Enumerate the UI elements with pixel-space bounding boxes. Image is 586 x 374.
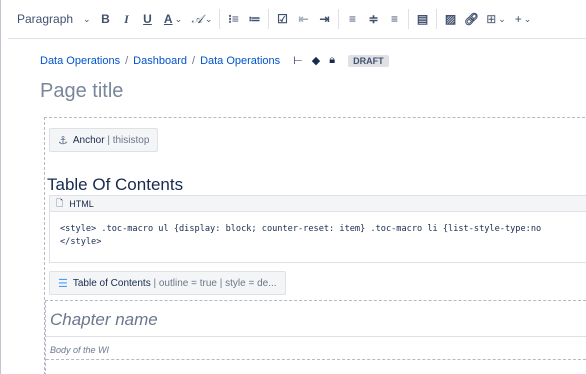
outdent-button[interactable]: ⇤ xyxy=(293,7,314,31)
bullet-list-button[interactable]: ⁝≡ xyxy=(223,7,244,31)
anchor-icon: ⚓︎ xyxy=(58,134,68,147)
toolbar-divider xyxy=(219,9,220,29)
paragraph-style-dropdown[interactable]: Paragraph ⌄ xyxy=(8,7,95,31)
toolbar-divider xyxy=(338,9,339,29)
anchor-macro-param: thisistop xyxy=(112,134,150,146)
breadcrumb-separator: / xyxy=(192,54,196,67)
numbered-list-button[interactable]: ≔ xyxy=(244,7,265,31)
paragraph-style-label: Paragraph xyxy=(17,12,74,26)
divider xyxy=(46,359,586,360)
italic-button[interactable]: I xyxy=(116,7,137,31)
underline-button[interactable]: U xyxy=(137,7,158,31)
align-left-button[interactable]: ≡ xyxy=(342,7,363,31)
chapter-body[interactable]: Body of the WI xyxy=(50,345,109,355)
breadcrumb: Data Operations / Dashboard / Data Opera… xyxy=(40,54,389,67)
lock-icon[interactable]: 🔒︎ xyxy=(329,54,335,67)
tag-icon[interactable]: ◆ xyxy=(312,54,320,67)
page-tree-icon[interactable]: ⊢ xyxy=(293,54,303,67)
html-macro-name: HTML xyxy=(69,198,94,209)
layout-button[interactable]: ▤ xyxy=(412,7,433,31)
toc-macro-param: outline = true | style = de... xyxy=(158,277,277,289)
divider xyxy=(46,336,586,337)
toolbar-divider xyxy=(408,9,409,29)
macro-param-separator: | xyxy=(150,277,159,289)
page-title-input[interactable]: Page title xyxy=(40,80,123,103)
chevron-down-icon: ⌄ xyxy=(83,13,91,24)
bold-button[interactable]: B xyxy=(95,7,116,31)
code-line: <style> .toc-macro ul {display: block; c… xyxy=(60,224,542,234)
indent-button[interactable]: ⇥ xyxy=(314,7,335,31)
file-icon: 🗋 xyxy=(56,197,64,208)
status-badge: DRAFT xyxy=(348,54,389,67)
list-icon: ☰ xyxy=(58,277,68,290)
toc-macro-name: Table of Contents xyxy=(72,277,151,289)
macro-param-separator: | xyxy=(104,134,113,146)
toolbar-divider xyxy=(436,9,437,29)
more-formatting-button[interactable]: 𝒜 ⌄ xyxy=(188,7,216,31)
task-list-button[interactable]: ☑ xyxy=(272,7,293,31)
chapter-section[interactable]: Chapter name Body of the WI xyxy=(45,300,586,374)
align-right-button[interactable]: ≡ xyxy=(384,7,405,31)
editor-left-border xyxy=(0,0,1,374)
link-button[interactable]: 🔗︎ xyxy=(461,7,482,31)
html-macro[interactable]: 🗋 HTML <style> .toc-macro ul {display: b… xyxy=(49,195,586,263)
toc-heading[interactable]: Table Of Contents xyxy=(47,175,183,195)
toc-macro[interactable]: ☰ Table of Contents | outline = true | s… xyxy=(49,271,286,295)
image-button[interactable]: ▨ xyxy=(440,7,461,31)
code-line: </style> xyxy=(60,237,102,247)
breadcrumb-link[interactable]: Dashboard xyxy=(133,55,187,67)
chapter-title[interactable]: Chapter name xyxy=(50,310,158,330)
html-macro-header: 🗋 HTML xyxy=(50,196,586,212)
table-button[interactable]: ⊞ ⌄ xyxy=(482,7,510,31)
toolbar-divider xyxy=(268,9,269,29)
align-center-button[interactable]: ≑ xyxy=(363,7,384,31)
editor-content[interactable]: ⚓︎ Anchor | thisistop Table Of Contents … xyxy=(44,117,586,374)
editor-frame: Paragraph ⌄ B I U A ⌄ 𝒜 ⌄ ⁝≡ ≔ ☑ ⇤ ⇥ ≡ ≑ ≡… xyxy=(8,0,586,374)
breadcrumb-link[interactable]: Data Operations xyxy=(40,55,120,67)
anchor-macro-name: Anchor xyxy=(72,134,105,146)
editor-toolbar: Paragraph ⌄ B I U A ⌄ 𝒜 ⌄ ⁝≡ ≔ ☑ ⇤ ⇥ ≡ ≑ ≡… xyxy=(8,0,586,39)
insert-more-button[interactable]: + ⌄ xyxy=(510,7,536,31)
breadcrumb-link[interactable]: Data Operations xyxy=(200,55,280,67)
html-macro-code: <style> .toc-macro ul {display: block; c… xyxy=(50,212,586,249)
text-color-button[interactable]: A ⌄ xyxy=(158,7,188,31)
page-restrictions-group: ⊢ ◆ 🔒︎ xyxy=(293,54,335,67)
anchor-macro[interactable]: ⚓︎ Anchor | thisistop xyxy=(49,128,159,152)
breadcrumb-separator: / xyxy=(125,54,129,67)
